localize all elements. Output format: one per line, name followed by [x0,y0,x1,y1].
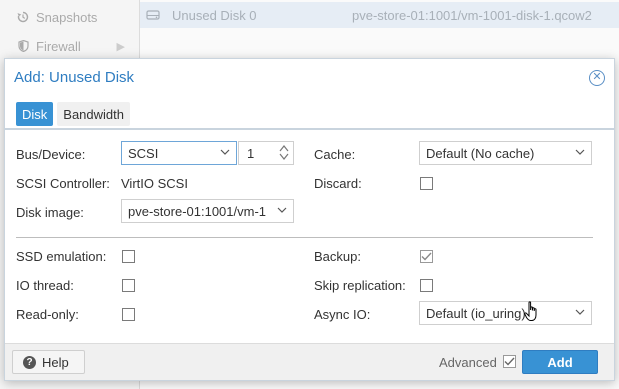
cache-value: Default (No cache) [426,145,535,161]
skip-replication-checkbox[interactable] [420,279,433,292]
help-button-label: Help [42,354,69,370]
bus-device-label: Bus/Device: [16,147,86,162]
chevron-up-icon[interactable] [279,144,289,152]
io-thread-label: IO thread: [16,278,74,293]
io-thread-checkbox[interactable] [122,279,135,292]
skip-replication-label: Skip replication: [314,278,406,293]
hand-cursor-icon [524,301,537,321]
dialog-header: Add: Unused Disk ✕ [5,59,614,96]
backup-checkbox[interactable] [420,250,433,263]
read-only-checkbox[interactable] [122,308,135,321]
check-icon [504,357,515,366]
advanced-checkbox[interactable] [503,355,516,368]
dialog-title: Add: Unused Disk [14,69,135,86]
device-index-spinner[interactable]: 1 [238,141,294,165]
disk-form: Bus/Device: SCSI 1 SCSI Controller: Virt… [5,130,614,338]
async-io-label: Async IO: [314,307,371,322]
chevron-down-icon[interactable] [575,147,585,157]
advanced-label: Advanced [439,355,497,370]
async-io-select[interactable]: Default (io_uring) [419,301,592,325]
row-name: Unused Disk 0 [172,7,257,23]
divider [16,237,593,238]
disk-image-value: pve-store-01:1001/vm-1 [128,203,267,219]
hardware-row-unused-disk[interactable]: Unused Disk 0 pve-store-01:1001/vm-1001-… [140,2,619,28]
row-value: pve-store-01:1001/vm-1001-disk-1.qcow2 [352,7,592,23]
ssd-emulation-checkbox[interactable] [122,250,135,263]
chevron-down-icon[interactable] [220,147,230,157]
discard-checkbox[interactable] [420,177,433,190]
bus-select-value: SCSI [128,145,159,161]
disk-image-label: Disk image: [16,205,84,220]
add-button[interactable]: Add [522,350,598,374]
async-io-value: Default (io_uring) [426,305,526,321]
question-icon: ? [23,355,36,369]
add-unused-disk-dialog: Add: Unused Disk ✕ Disk Bandwidth Bus/De… [4,58,615,381]
close-icon[interactable]: ✕ [589,69,605,86]
device-index-value: 1 [247,145,255,161]
cache-select[interactable]: Default (No cache) [419,141,592,165]
history-icon [16,11,30,23]
help-button[interactable]: ? Help [12,350,85,374]
check-icon [421,252,432,261]
shield-icon [16,40,30,52]
sidebar-item-label: Firewall [36,38,81,54]
ssd-emulation-label: SSD emulation: [16,249,107,264]
read-only-label: Read-only: [16,307,79,322]
dialog-footer: ? Help Advanced Add [5,343,614,380]
scsi-controller-value: VirtIO SCSI [121,176,188,191]
chevron-down-icon[interactable] [575,307,585,317]
scsi-controller-label: SCSI Controller: [16,176,110,191]
sidebar-item-firewall[interactable]: Firewall ▶ [0,32,139,60]
spinner-arrows [279,144,289,161]
bus-select[interactable]: SCSI [121,141,237,165]
cache-label: Cache: [314,147,356,162]
chevron-right-icon: ▶ [116,40,125,53]
discard-label: Discard: [314,176,362,191]
disk-image-select[interactable]: pve-store-01:1001/vm-1 [121,199,294,223]
tab-bar: Disk Bandwidth [5,96,614,130]
hdd-icon [146,9,160,21]
backup-label: Backup: [314,249,361,264]
tab-bandwidth[interactable]: Bandwidth [57,102,130,126]
tab-disk[interactable]: Disk [16,102,54,126]
sidebar-item-label: Snapshots [36,9,98,25]
chevron-down-icon[interactable] [279,153,289,161]
sidebar-item-snapshots[interactable]: Snapshots [0,3,139,31]
chevron-down-icon[interactable] [277,205,287,215]
